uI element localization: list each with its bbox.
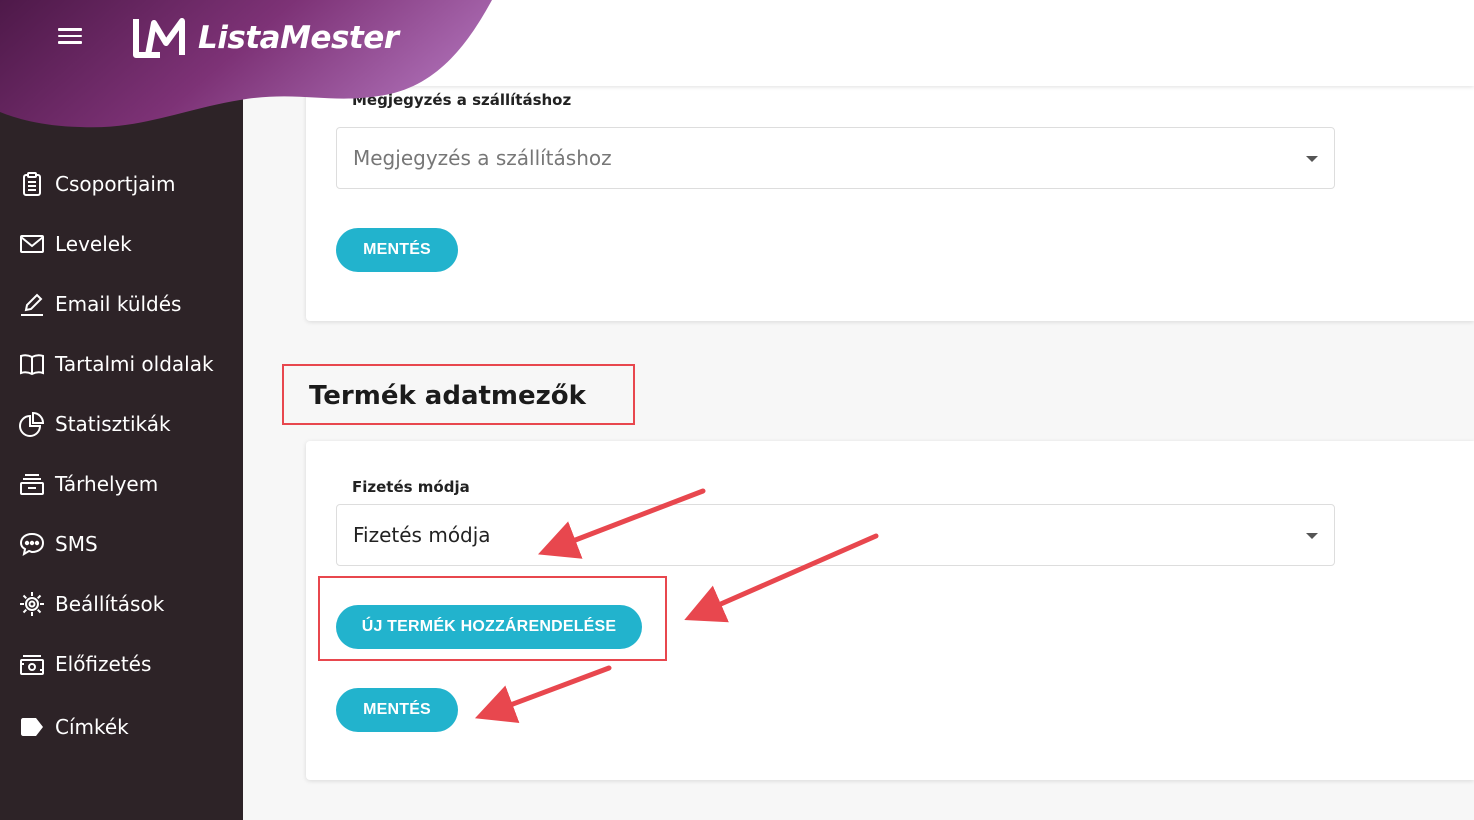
sidebar-item-label: Statisztikák (55, 412, 171, 436)
sidebar-item-csoportjaim[interactable]: Csoportjaim (0, 154, 243, 214)
hamburger-menu-icon[interactable] (58, 22, 88, 52)
sidebar-item-label: Csoportjaim (55, 172, 176, 196)
sidebar-item-statisztikak[interactable]: Statisztikák (0, 394, 243, 454)
logo-text: ListaMester (198, 20, 399, 56)
save-button[interactable]: MENTÉS (336, 228, 458, 272)
pie-chart-icon (19, 411, 45, 437)
clipboard-icon (23, 172, 41, 196)
envelope-icon (20, 235, 44, 253)
annotation-highlight-title (282, 364, 635, 425)
sidebar-item-label: Tárhelyem (55, 472, 159, 496)
sidebar-item-label: Címkék (55, 715, 129, 739)
shipping-note-select[interactable]: Megjegyzés a szállításhoz (336, 127, 1335, 189)
book-icon (20, 354, 44, 376)
sidebar-item-label: SMS (55, 532, 98, 556)
cash-icon (20, 655, 44, 675)
shipping-note-placeholder: Megjegyzés a szállításhoz (353, 146, 612, 170)
sidebar-nav: Csoportjaim Levelek Email küldés Tartalm… (0, 154, 243, 757)
sidebar-item-levelek[interactable]: Levelek (0, 214, 243, 274)
sidebar-item-label: Beállítások (55, 592, 165, 616)
sidebar-item-beallitasok[interactable]: Beállítások (0, 574, 243, 634)
sidebar-item-label: Tartalmi oldalak (55, 352, 214, 376)
sidebar-item-cimkek[interactable]: Címkék (0, 697, 243, 757)
sidebar-item-tarhelyem[interactable]: Tárhelyem (0, 454, 243, 514)
gear-icon (20, 592, 44, 616)
sidebar-item-email-kuldes[interactable]: Email küldés (0, 274, 243, 334)
tag-icon (21, 718, 43, 736)
sidebar: ListaMester Csoportjaim Levelek Email kü… (0, 0, 492, 820)
payment-method-label: Fizetés módja (352, 478, 470, 496)
chevron-down-icon (1306, 156, 1318, 162)
annotation-highlight-button (318, 576, 667, 661)
chevron-down-icon (1306, 533, 1318, 539)
sidebar-item-sms[interactable]: SMS (0, 514, 243, 574)
pencil-icon (21, 293, 43, 316)
sidebar-item-tartalmi-oldalak[interactable]: Tartalmi oldalak (0, 334, 243, 394)
storage-icon (20, 474, 44, 495)
sidebar-item-label: Email küldés (55, 292, 182, 316)
chat-bubble-icon (19, 532, 45, 557)
payment-method-select[interactable]: Fizetés módja (336, 504, 1335, 566)
sidebar-item-label: Levelek (55, 232, 132, 256)
save-button[interactable]: MENTÉS (336, 688, 458, 732)
logo: ListaMester (130, 15, 399, 61)
payment-method-value: Fizetés módja (353, 523, 491, 547)
sidebar-item-label: Előfizetés (55, 652, 152, 676)
sidebar-item-elofizetes[interactable]: Előfizetés (0, 634, 243, 694)
logo-mark-icon (133, 18, 185, 58)
